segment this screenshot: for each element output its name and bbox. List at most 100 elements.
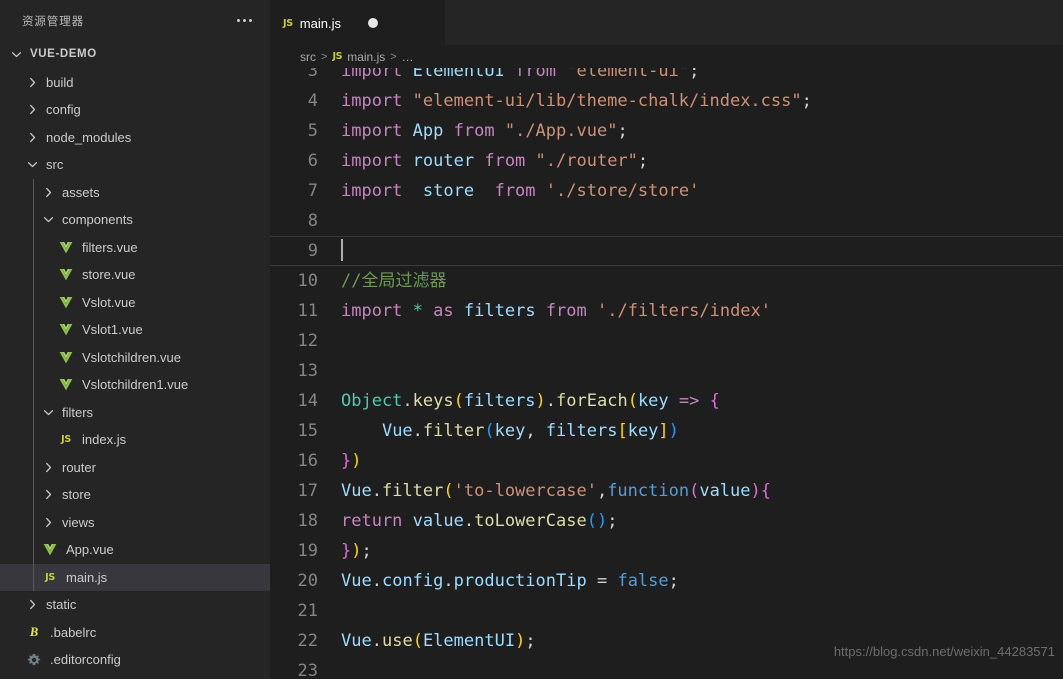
tree-item-babelrc[interactable]: B .babelrc [0,619,270,647]
file-tree[interactable]: VUE-DEMO build config node_modules src assets… [0,41,270,679]
code-line-7[interactable]: 7 import store from './store/store' [270,176,1063,206]
code-lines[interactable]: 3 import ElementUI from "element-ui"; 4 imp… [270,68,1063,679]
line-number: 15 [297,421,318,441]
tree-indent-guide [33,288,34,316]
tree-item-index-js[interactable]: JS index.js [0,426,270,454]
code-line-12[interactable]: 12 [270,326,1063,356]
tree-item-vslotchildren-vue[interactable]: Vslotchildren.vue [0,343,270,371]
tree-item-app-vue[interactable]: App.vue [0,536,270,564]
code-line-text: import App from "./App.vue"; [340,116,1063,146]
code-line-17[interactable]: 17 Vue.filter('to-lowercase',function(val… [270,476,1063,506]
explorer-more-actions-icon[interactable] [231,15,258,26]
tree-item-store[interactable]: store [0,481,270,509]
chevron-right-icon[interactable] [24,597,40,613]
code-line-4[interactable]: 4 import "element-ui/lib/theme-chalk/inde… [270,86,1063,116]
chevron-right-icon[interactable] [24,129,40,145]
code-line-14[interactable]: 14 Object.keys(filters).forEach(key => { [270,386,1063,416]
code-line-10[interactable]: 10 //全局过滤器 [270,266,1063,296]
code-token: . [402,391,413,411]
code-line-15[interactable]: 15 Vue.filter(key, filters[key]) [270,416,1063,446]
code-token: return [341,511,403,531]
line-number: 23 [297,661,318,679]
line-number: 5 [307,121,318,141]
breadcrumb[interactable]: src > JS main.js >… [270,45,1063,68]
code-line-22[interactable]: 22 Vue.use(ElementUI); [270,626,1063,656]
tree-item-config[interactable]: config [0,96,270,124]
breadcrumb-item-main-js[interactable]: JS main.js [332,50,385,64]
breadcrumb-item-[interactable]: … [402,50,414,64]
tree-item-store-vue[interactable]: store.vue [0,261,270,289]
tab-main-js[interactable]: JS main.js [270,0,445,45]
tree-item-vslot1-vue[interactable]: Vslot1.vue [0,316,270,344]
tree-item-main-js[interactable]: JS main.js [0,563,270,591]
chevron-right-icon[interactable] [40,184,56,200]
tree-indent-guide [33,481,34,509]
tree-item-vslot-vue[interactable]: Vslot.vue [0,288,270,316]
chevron-right-icon[interactable] [24,102,40,118]
chevron-down-icon[interactable] [40,212,56,228]
tree-item-views[interactable]: views [0,508,270,536]
code-line-16[interactable]: 16}) [270,446,1063,476]
tree-item-build[interactable]: build [0,69,270,97]
code-token: = [596,571,608,591]
code-editor-viewport[interactable]: 3 import ElementUI from "element-ui"; 4 imp… [270,68,1063,679]
code-line-21[interactable]: 21 [270,596,1063,626]
tree-item-editorconfig[interactable]: .editorconfig [0,646,270,674]
chevron-right-icon[interactable] [40,514,56,530]
tree-item-components[interactable]: components [0,206,270,234]
tree-item-filters[interactable]: filters [0,398,270,426]
tree-item-router[interactable]: router [0,453,270,481]
code-token: ( [627,391,638,411]
chevron-right-icon[interactable] [40,459,56,475]
breadcrumb-label: … [401,49,414,64]
tree-item-static[interactable]: static [0,591,270,619]
code-line-19[interactable]: 19}); [270,536,1063,566]
tree-item-vslotchildren1-vue[interactable]: Vslotchildren1.vue [0,371,270,399]
code-token: 'to-lowercase' [453,481,597,501]
code-token: ElementUI [412,68,505,81]
code-line-3[interactable]: 3 import ElementUI from "element-ui"; [270,68,1063,86]
code-token: //全局过滤器 [341,271,447,291]
chevron-right-icon[interactable] [40,487,56,503]
code-token: value [412,511,464,531]
code-line-11[interactable]: 11 import * as filters from './filters/in… [270,296,1063,326]
tree-indent-guide [33,508,34,536]
tree-item-label: static [46,597,77,613]
dot-1 [237,19,240,22]
chevron-down-icon[interactable] [8,47,24,63]
code-line-13[interactable]: 13 [270,356,1063,386]
chevron-down-icon[interactable] [40,404,56,420]
code-line-text: import store from './store/store' [340,176,1063,206]
js-file-icon: JS [283,17,293,29]
chevron-down-icon[interactable] [24,157,40,173]
tree-item-assets[interactable]: assets [0,178,270,206]
tree-indent-guide [33,261,34,289]
code-line-5[interactable]: 5 import App from "./App.vue"; [270,116,1063,146]
tree-item-filters-vue[interactable]: filters.vue [0,233,270,261]
code-token: , [596,481,608,501]
code-token: config [381,571,444,591]
tree-indent-guide [33,398,34,426]
code-line-6[interactable]: 6 import router from "./router"; [270,146,1063,176]
unsaved-changes-indicator-icon[interactable] [367,18,378,28]
code-line-text: return value.toLowerCase(); [340,506,1063,536]
chevron-right-icon[interactable] [24,74,40,90]
code-line-23[interactable]: 23 [270,656,1063,679]
tree-root-vue-demo[interactable]: VUE-DEMO [0,41,270,69]
breadcrumb-item-src[interactable]: src [300,50,316,64]
line-number: 12 [297,331,318,351]
code-line-18[interactable]: 18 return value.toLowerCase(); [270,506,1063,536]
code-token: './store/store' [545,181,700,201]
code-token: ; [801,91,812,111]
code-line-9[interactable]: 9 [270,236,1063,266]
code-token: import [341,301,403,321]
code-line-8[interactable]: 8 [270,206,1063,236]
code-line-20[interactable]: 20 Vue.config.productionTip = false; [270,566,1063,596]
tree-item-node-modules[interactable]: node_modules [0,124,270,152]
code-token: forEach [556,391,628,411]
tree-item-src[interactable]: src [0,151,270,179]
